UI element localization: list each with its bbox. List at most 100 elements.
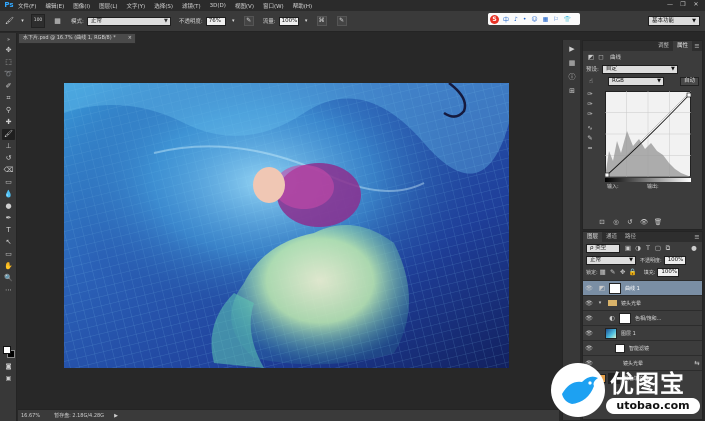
- shape-tool-icon[interactable]: ▭: [2, 249, 15, 260]
- pressure-size-icon[interactable]: ✎: [336, 16, 347, 26]
- eye-icon[interactable]: 👁: [583, 330, 595, 337]
- chevron-down-icon[interactable]: ▾: [228, 16, 239, 27]
- eye-icon[interactable]: 👁: [583, 300, 595, 307]
- menu-edit[interactable]: 编辑(E): [45, 2, 64, 10]
- layer-mask-thumbnail[interactable]: [619, 312, 631, 324]
- type-tool-icon[interactable]: T: [2, 225, 15, 236]
- layer-row[interactable]: 👁 ◐ 色相/饱和...: [583, 310, 702, 325]
- blur-tool-icon[interactable]: 💧: [2, 189, 15, 200]
- menu-filter[interactable]: 滤镜(T): [182, 2, 201, 10]
- brush-tool-icon[interactable]: 🖌: [2, 129, 15, 140]
- clip-to-layer-icon[interactable]: ⊡: [597, 217, 607, 227]
- zoom-tool-icon[interactable]: 🔍: [2, 273, 15, 284]
- menu-window[interactable]: 窗口(W): [263, 2, 284, 10]
- tab-adjustments[interactable]: 调整: [654, 41, 673, 51]
- white-point-eyedropper-icon[interactable]: ✑: [585, 109, 595, 119]
- mask-icon[interactable]: ◻: [596, 52, 606, 62]
- eye-icon[interactable]: 👁: [583, 315, 595, 322]
- ime-chinese-toggle[interactable]: 中: [503, 15, 509, 24]
- menu-type[interactable]: 文字(Y): [127, 2, 146, 10]
- quick-select-tool-icon[interactable]: ✐: [2, 81, 15, 92]
- restore-button[interactable]: ❐: [677, 0, 689, 9]
- smart-filter-thumbnail[interactable]: [615, 343, 625, 353]
- history-icon[interactable]: ▦: [566, 58, 578, 69]
- minimize-button[interactable]: —: [664, 0, 676, 9]
- lock-transparent-icon[interactable]: ▦: [598, 267, 608, 277]
- pencil-curve-icon[interactable]: ✎: [585, 133, 595, 143]
- menu-3d[interactable]: 3D(D): [210, 3, 226, 9]
- path-select-tool-icon[interactable]: ↖: [2, 237, 15, 248]
- history-brush-tool-icon[interactable]: ↺: [2, 153, 15, 164]
- filter-adjustment-icon[interactable]: ◑: [633, 243, 643, 253]
- dropdown-arrow-icon[interactable]: ▾: [17, 16, 28, 27]
- smooth-curve-icon[interactable]: ≈: [585, 143, 595, 153]
- visibility-icon[interactable]: 👁: [639, 217, 649, 227]
- menu-layer[interactable]: 图层(L): [99, 2, 117, 10]
- layer-row[interactable]: 👁 ◩ 曲线 1: [583, 280, 702, 295]
- curves-graph[interactable]: [605, 91, 691, 177]
- eraser-tool-icon[interactable]: ⌫: [2, 165, 15, 176]
- layer-row[interactable]: 👁 图层 1: [583, 325, 702, 340]
- brush-tool-icon[interactable]: 🖌: [4, 16, 15, 27]
- black-point-eyedropper-icon[interactable]: ✑: [585, 89, 595, 99]
- fill-field[interactable]: 100%: [657, 267, 680, 277]
- menu-view[interactable]: 视图(V): [235, 2, 254, 10]
- menu-image[interactable]: 图像(I): [73, 2, 90, 10]
- gradient-tool-icon[interactable]: ▭: [2, 177, 15, 188]
- screen-mode-icon[interactable]: ▣: [2, 373, 15, 384]
- brush-panel-toggle-icon[interactable]: ▦: [52, 16, 63, 27]
- menu-help[interactable]: 帮助(H): [293, 2, 312, 10]
- view-previous-icon[interactable]: ◎: [611, 217, 621, 227]
- gray-point-eyedropper-icon[interactable]: ✑: [585, 99, 595, 109]
- ime-punct-icon[interactable]: •: [523, 16, 527, 23]
- crop-tool-icon[interactable]: ⌗: [2, 93, 15, 104]
- more-tools-icon[interactable]: ⋯: [2, 285, 15, 296]
- lock-pixels-icon[interactable]: ✎: [608, 267, 618, 277]
- lock-all-icon[interactable]: 🔒: [628, 267, 638, 277]
- info-panel-icon[interactable]: ⓘ: [566, 72, 578, 83]
- layer-row[interactable]: 👁 ▾ 镜头光晕: [583, 295, 702, 310]
- tab-layers[interactable]: 图层: [583, 232, 603, 242]
- move-tool-icon[interactable]: ✥: [2, 45, 15, 56]
- chevron-down-icon[interactable]: ▾: [595, 298, 605, 308]
- on-image-adjust-icon[interactable]: ☝: [586, 76, 596, 86]
- menu-select[interactable]: 选择(S): [154, 2, 173, 10]
- filter-shape-icon[interactable]: ▢: [653, 243, 663, 253]
- channel-select[interactable]: RGB ▼: [608, 76, 664, 86]
- ime-keyboard-icon[interactable]: ▦: [543, 16, 549, 23]
- healing-brush-tool-icon[interactable]: ✚: [2, 117, 15, 128]
- close-tab-icon[interactable]: ×: [128, 34, 132, 43]
- ime-music-icon[interactable]: ♪: [514, 16, 518, 23]
- tab-channels[interactable]: 通道: [602, 232, 621, 242]
- filter-pixel-icon[interactable]: ▣: [623, 243, 633, 253]
- blend-mode-select[interactable]: 正常 ▼: [586, 255, 636, 265]
- hand-tool-icon[interactable]: ✋: [2, 261, 15, 272]
- marquee-tool-icon[interactable]: ⬚: [2, 57, 15, 68]
- pen-tool-icon[interactable]: ✒: [2, 213, 15, 224]
- preset-select[interactable]: 自定 ▼: [601, 64, 678, 74]
- layer-thumbnail[interactable]: [605, 327, 617, 339]
- lasso-tool-icon[interactable]: ➰: [2, 69, 15, 80]
- tab-paths[interactable]: 路径: [621, 232, 640, 242]
- layer-row[interactable]: 👁 智能滤镜: [583, 340, 702, 355]
- filter-type-icon[interactable]: T: [643, 243, 653, 253]
- document-tab[interactable]: 水下片.psd @ 16.7% (曲线 1, RGB/8) * ×: [18, 33, 136, 44]
- brush-presets-icon[interactable]: ⊞: [566, 86, 578, 97]
- canvas-area[interactable]: [18, 45, 559, 409]
- ime-skin-icon[interactable]: 👕: [564, 16, 571, 23]
- status-menu-arrow-icon[interactable]: ▶: [114, 413, 118, 419]
- dodge-tool-icon[interactable]: ●: [2, 201, 15, 212]
- panel-menu-icon[interactable]: ≡: [692, 41, 702, 51]
- filter-toggle-icon[interactable]: ●: [689, 243, 699, 253]
- brush-size-preview[interactable]: 100: [31, 14, 45, 28]
- zoom-level[interactable]: 16.67%: [21, 413, 40, 419]
- layer-kind-filter[interactable]: ρ 类型: [586, 243, 620, 253]
- quick-mask-icon[interactable]: ◙: [2, 361, 15, 372]
- chevron-down-icon[interactable]: ▾: [301, 16, 312, 27]
- workspace-select[interactable]: 基本功能 ▼: [648, 16, 700, 26]
- pressure-opacity-icon[interactable]: ✎: [243, 16, 254, 26]
- lock-position-icon[interactable]: ✥: [618, 267, 628, 277]
- tab-properties[interactable]: 属性: [672, 41, 692, 51]
- eye-icon[interactable]: 👁: [583, 285, 595, 292]
- airbrush-icon[interactable]: ⌘: [316, 16, 327, 26]
